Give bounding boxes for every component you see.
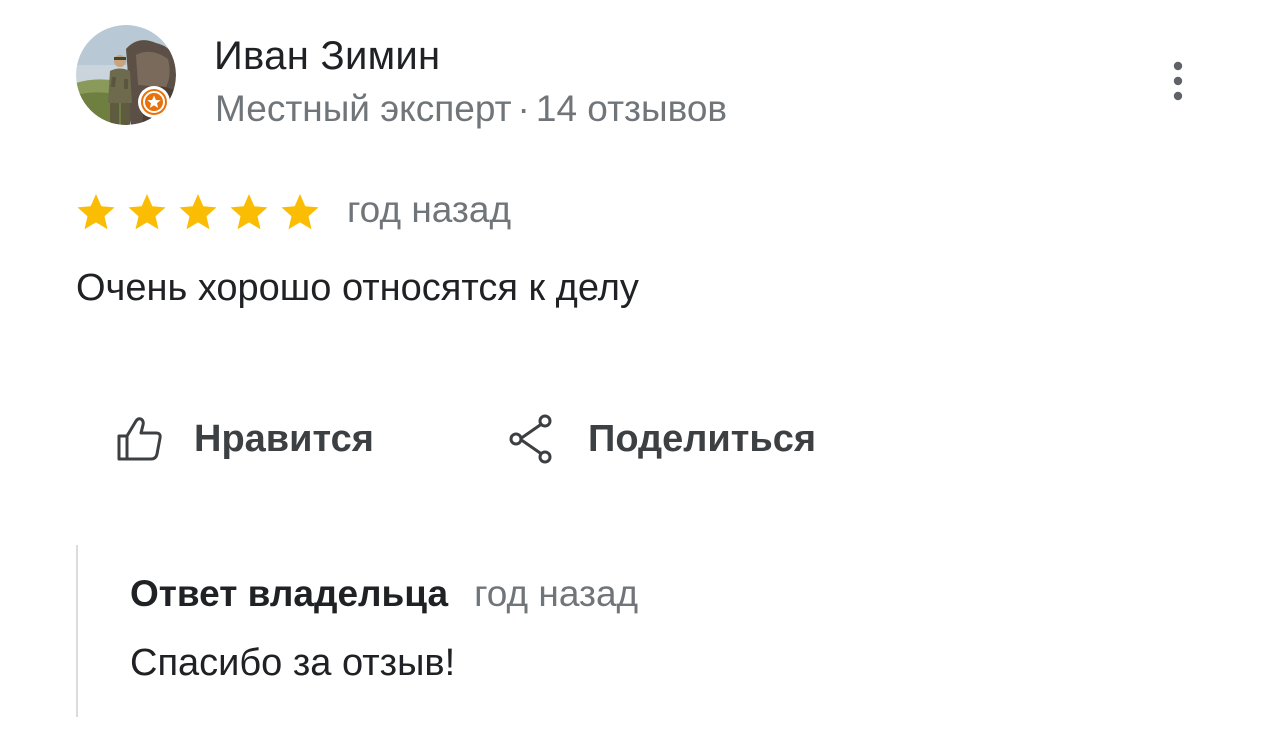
author-avatar[interactable] [76, 25, 176, 125]
owner-reply: Ответ владельца год назад Спасибо за отзы… [76, 545, 978, 717]
like-button[interactable]: Нравится [114, 410, 374, 468]
more-options-button[interactable] [1160, 56, 1196, 106]
author-review-count[interactable]: 14 отзывов [536, 88, 727, 129]
star-icon [179, 194, 217, 230]
star-icon [230, 194, 268, 230]
more-vert-icon [1173, 61, 1183, 101]
author-name[interactable]: Иван Зимин [214, 30, 440, 82]
share-icon [509, 414, 552, 464]
meta-separator: · [517, 88, 530, 129]
owner-reply-header: Ответ владельца год назад [130, 573, 638, 615]
owner-reply-text: Спасибо за отзыв! [130, 642, 456, 684]
star-icon [128, 194, 166, 230]
share-label: Поделиться [588, 417, 817, 460]
author-level: Местный эксперт [215, 88, 512, 129]
review-text: Очень хорошо относятся к делу [76, 267, 639, 309]
star-icon [77, 194, 115, 230]
local-guide-badge-icon [138, 86, 170, 118]
owner-reply-title: Ответ владельца [130, 573, 449, 614]
owner-reply-date: год назад [474, 573, 639, 614]
like-label: Нравится [194, 417, 374, 460]
rating-stars [76, 190, 331, 234]
author-meta: Местный эксперт · 14 отзывов [215, 84, 727, 134]
share-button[interactable]: Поделиться [508, 410, 816, 468]
thumb-up-icon [117, 417, 162, 461]
review-date: год назад [347, 189, 512, 230]
review-card: Иван Зимин Местный эксперт · 14 отзывов го… [0, 0, 1280, 743]
star-icon [281, 194, 319, 230]
